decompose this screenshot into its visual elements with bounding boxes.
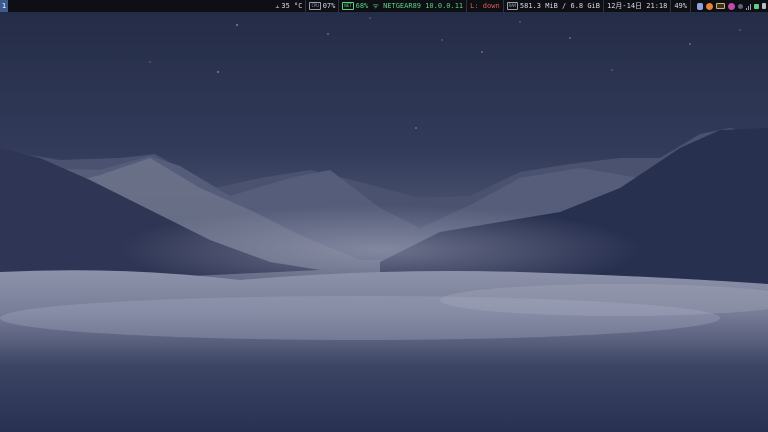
ethernet-segment: L: down	[466, 0, 503, 12]
cpu-usage-value: 07%	[322, 2, 336, 10]
power-icon[interactable]	[762, 3, 766, 9]
desktop: 1 ⫠ 35 °C CPU 07% NET 68% ᯤ NETGEAR89 10…	[0, 0, 768, 432]
battery-segment: 49%	[670, 0, 690, 12]
wifi-icon: NET	[342, 2, 354, 10]
top-status-bar: 1 ⫠ 35 °C CPU 07% NET 68% ᯤ NETGEAR89 10…	[0, 0, 768, 12]
battery-value: 49%	[674, 2, 687, 10]
status-area: ⫠ 35 °C CPU 07% NET 68% ᯤ NETGEAR89 10.0…	[272, 0, 766, 12]
wifi-segment: NET 68% ᯤ NETGEAR89 10.0.0.11	[338, 0, 466, 12]
ethernet-status: L: down	[470, 2, 500, 10]
system-tray	[690, 0, 766, 12]
memory-value: 581.3 MiB / 6.8 GiB	[519, 2, 600, 10]
temperature-value: 35 °C	[281, 2, 303, 10]
memory-segment: RAM 581.3 MiB / 6.8 GiB	[502, 0, 603, 12]
wifi-value: 68% ᯤ NETGEAR89 10.0.0.11	[355, 2, 464, 10]
app-icon[interactable]	[728, 2, 735, 10]
volume-icon[interactable]	[738, 3, 743, 9]
cpu-icon: CPU	[309, 2, 321, 10]
wallpaper	[0, 0, 768, 432]
thermometer-icon: ⫠	[275, 2, 280, 10]
clock-value[interactable]: 12月-14日 21:18	[607, 0, 667, 12]
workspace-1-button[interactable]: 1	[0, 0, 8, 12]
clipboard-icon[interactable]	[697, 2, 703, 10]
nm-applet-icon[interactable]	[754, 3, 759, 9]
keyboard-icon[interactable]	[716, 3, 725, 9]
cpu-segment: CPU 07%	[305, 0, 338, 12]
memory-icon: RAM	[506, 2, 518, 10]
signal-icon[interactable]	[746, 3, 751, 10]
temperature-segment: ⫠ 35 °C	[272, 0, 305, 12]
firefox-icon[interactable]	[706, 2, 713, 10]
clock-segment[interactable]: 12月-14日 21:18	[602, 0, 670, 12]
